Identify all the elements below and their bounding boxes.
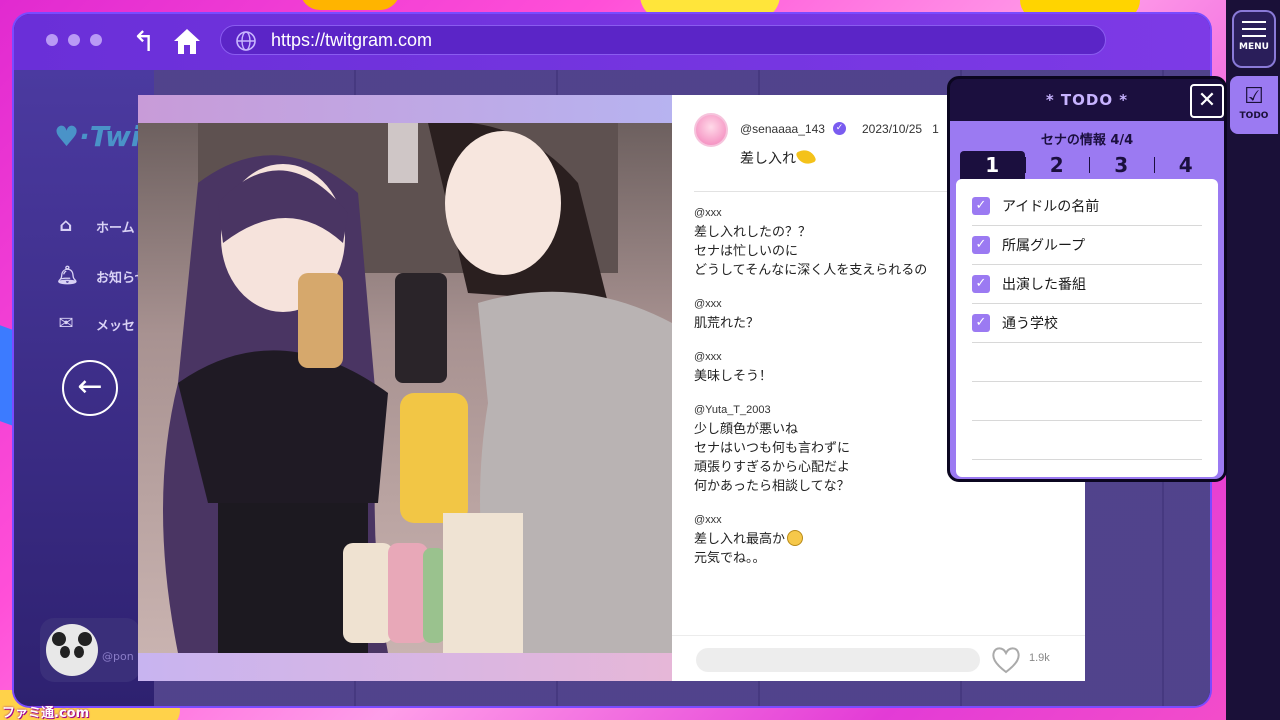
- site-nav-home[interactable]: ⌂ ホーム: [56, 216, 135, 236]
- bell-icon: 🔔︎: [56, 265, 79, 286]
- post-modal: @senaaaa_143 ✓ 2023/10/25 1 差し入れ @xxx 差し…: [138, 95, 1085, 681]
- comment-text: 差し入れ最高か: [694, 532, 786, 547]
- todo-header: * TODO * ✕: [950, 79, 1224, 121]
- photo-border: [138, 653, 672, 681]
- todo-button[interactable]: ☑ TODO: [1230, 76, 1278, 134]
- checkbox-checked-icon[interactable]: ✓: [972, 275, 990, 293]
- todo-item[interactable]: ✓ アイドルの名前: [972, 187, 1202, 226]
- todo-panel: * TODO * ✕ セナの情報 4/4 1 2 3 4 ✓ アイドルの名前 ✓…: [947, 76, 1227, 482]
- comment-user[interactable]: @xxx: [694, 514, 1074, 526]
- post-date-text: 2023/10/25: [862, 122, 923, 136]
- site-nav-label: ホーム: [96, 220, 135, 236]
- window-dot: [90, 34, 102, 46]
- checkbox-checked-icon[interactable]: ✓: [972, 236, 990, 254]
- comment-line: 差し入れ最高か: [694, 530, 1074, 549]
- post-photo: [138, 95, 672, 681]
- post-caption: 差し入れ: [740, 146, 817, 168]
- checkbox-checked-icon[interactable]: ✓: [972, 314, 990, 332]
- checklist-icon: ☑: [1244, 84, 1264, 109]
- todo-tab-2[interactable]: 2: [1024, 151, 1090, 179]
- reply-input[interactable]: [696, 648, 980, 672]
- todo-item-label: 所属グループ: [1002, 238, 1086, 254]
- window-dot: [46, 34, 58, 46]
- todo-item-label: アイドルの名前: [1002, 199, 1100, 215]
- post-footer: 1.9k: [672, 635, 1085, 681]
- todo-label: TODO: [1239, 111, 1269, 121]
- close-icon[interactable]: ✕: [1190, 84, 1224, 118]
- watermark-logo: ファミ通.com: [2, 706, 90, 720]
- backdrop-shape: [300, 0, 400, 10]
- comment-line: 元気でね。。: [694, 551, 766, 566]
- todo-list: ✓ アイドルの名前 ✓ 所属グループ ✓ 出演した番組 ✓ 通う学校: [956, 179, 1218, 477]
- post-date: 2023/10/25 1: [862, 122, 939, 136]
- comment: @xxx 差し入れ最高か 元気でね。。: [694, 514, 1074, 568]
- poster-avatar[interactable]: [694, 113, 728, 147]
- todo-tabs: 1 2 3 4: [960, 151, 1218, 179]
- panda-avatar: [46, 624, 98, 676]
- todo-subtitle: セナの情報 4/4: [1040, 133, 1134, 148]
- menu-button[interactable]: MENU: [1232, 10, 1276, 68]
- todo-tab-3[interactable]: 3: [1089, 151, 1154, 179]
- window-dots: [46, 34, 102, 46]
- todo-empty-row: [972, 421, 1202, 460]
- todo-tab-4[interactable]: 4: [1153, 151, 1219, 179]
- menu-label: MENU: [1239, 42, 1269, 52]
- heart-icon[interactable]: [990, 645, 1022, 675]
- verified-badge-icon: ✓: [833, 122, 846, 135]
- worried-face-icon: [787, 530, 804, 546]
- site-user-handle: @pon: [102, 650, 134, 663]
- window-dot: [68, 34, 80, 46]
- home-icon: ⌂: [59, 215, 73, 236]
- browser-toolbar: ↰ https://twitgram.com: [14, 14, 1210, 70]
- browser-back-icon[interactable]: ↰: [128, 26, 160, 58]
- photo-border: [138, 95, 672, 123]
- globe-icon: [235, 30, 257, 52]
- todo-item[interactable]: ✓ 出演した番組: [972, 265, 1202, 304]
- checkbox-checked-icon[interactable]: ✓: [972, 197, 990, 215]
- url-text: https://twitgram.com: [271, 30, 433, 50]
- todo-item[interactable]: ✓ 所属グループ: [972, 226, 1202, 265]
- home-icon[interactable]: [170, 24, 204, 58]
- site-nav-messages[interactable]: ✉ メッセ: [56, 314, 135, 334]
- post-image: [138, 121, 672, 654]
- todo-item[interactable]: ✓ 通う学校: [972, 304, 1202, 343]
- todo-empty-row: [972, 343, 1202, 382]
- url-bar[interactable]: https://twitgram.com: [220, 25, 1106, 55]
- mail-icon: ✉: [58, 313, 74, 334]
- todo-empty-row: [972, 382, 1202, 421]
- back-arrow-button[interactable]: ←: [62, 360, 118, 416]
- banana-emoji-icon: [795, 146, 817, 168]
- todo-tab-1[interactable]: 1: [960, 151, 1025, 179]
- hamburger-icon: [1242, 21, 1266, 37]
- post-caption-text: 差し入れ: [740, 151, 796, 167]
- site-nav-label: メッセ: [96, 318, 136, 334]
- todo-title: * TODO *: [1045, 91, 1129, 109]
- todo-item-label: 通う学校: [1002, 316, 1058, 332]
- site-nav-notifications[interactable]: 🔔︎ お知らせ: [56, 266, 148, 286]
- todo-item-label: 出演した番組: [1002, 277, 1086, 293]
- like-count: 1.9k: [1029, 652, 1050, 664]
- post-date-extra: 1: [932, 122, 939, 136]
- todo-body: セナの情報 4/4 1 2 3 4 ✓ アイドルの名前 ✓ 所属グループ ✓ 出…: [950, 121, 1224, 479]
- poster-handle[interactable]: @senaaaa_143: [740, 122, 825, 136]
